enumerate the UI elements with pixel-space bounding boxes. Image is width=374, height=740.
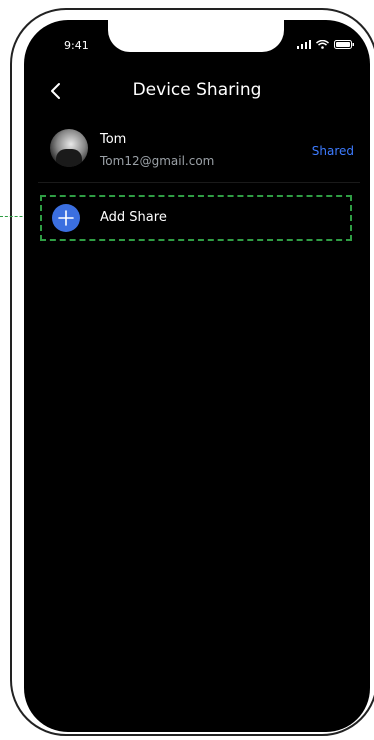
add-share-button[interactable]: Add Share (40, 195, 352, 241)
user-email: Tom12@gmail.com (100, 154, 215, 168)
user-name: Tom (100, 132, 127, 147)
wifi-icon (316, 40, 329, 49)
plus-icon (58, 210, 74, 226)
page-title: Device Sharing (132, 80, 262, 100)
notch (108, 20, 284, 52)
divider (38, 182, 360, 183)
app-screen: 9:41 Device Sharing Tom Tom12@gmail.com … (24, 20, 370, 732)
add-share-label: Add Share (100, 210, 167, 225)
status-time: 9:41 (64, 39, 89, 52)
share-list-item[interactable]: Tom Tom12@gmail.com Shared (38, 126, 360, 176)
status-icons (297, 40, 354, 49)
shared-status[interactable]: Shared (312, 144, 354, 158)
signal-icon (297, 40, 311, 49)
avatar (50, 129, 88, 167)
add-circle (52, 204, 80, 232)
battery-icon (334, 40, 354, 49)
